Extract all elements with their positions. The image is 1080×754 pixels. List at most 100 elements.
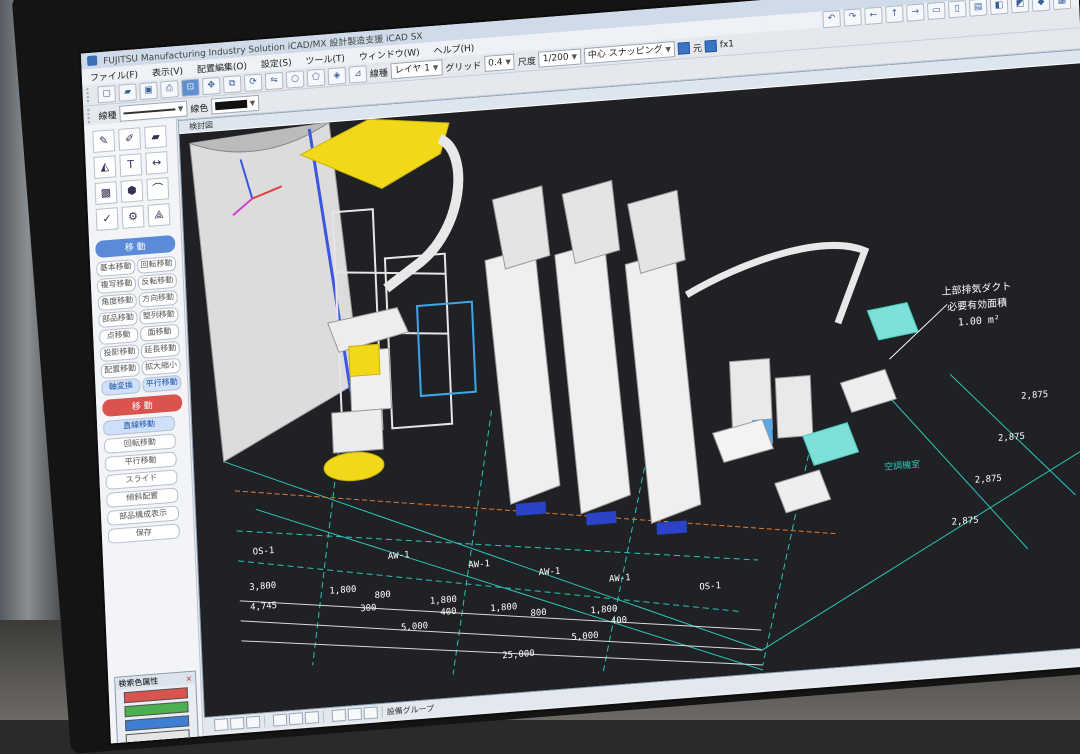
move-icon[interactable]: ✥ [201,76,221,95]
status-button[interactable] [347,707,363,721]
layer-select[interactable]: レイヤ 1 ▼ [390,59,443,80]
view-front-icon[interactable]: ▭ [926,1,946,20]
dim-label: 1,800 [430,595,457,607]
menu-tools[interactable]: ツール(T) [305,50,345,66]
view-top-icon[interactable]: ▤ [968,0,988,17]
menu-help[interactable]: ヘルプ(H) [433,40,474,56]
status-button[interactable] [304,711,320,725]
cmd-button[interactable]: 部品移動 [98,310,138,329]
status-button[interactable] [245,715,261,729]
cmd-button[interactable]: 点移動 [98,327,139,346]
cmd-button[interactable]: 平行移動 [104,451,177,473]
cmd-button[interactable]: 保存 [107,523,181,544]
grid-label: OS-1 [253,546,275,558]
select-icon[interactable]: ⊡ [181,77,200,97]
pad-white [774,469,832,514]
cmd-button[interactable]: スライド [105,469,178,491]
chevron-down-icon: ▼ [249,99,256,108]
cmd-button[interactable]: 投影移動 [99,344,140,363]
snap-select-value: 中心 スナッピング [587,44,663,61]
cmd-button[interactable]: 角度移動 [97,293,138,312]
analysis-icon[interactable]: ⟁ [147,203,171,227]
cmd-button[interactable]: 部品構成表示 [106,505,180,526]
undo-icon[interactable]: ↶ [822,9,841,28]
redo-icon[interactable]: ↷ [843,7,862,27]
cmd-button[interactable]: 回転移動 [103,433,177,455]
cmd-button[interactable]: 拡大縮小 [141,357,181,376]
option-checkbox-1[interactable] [677,41,691,55]
cmd-button[interactable]: 配置移動 [100,360,140,380]
status-button[interactable] [229,716,245,730]
cmd-button-selected[interactable]: 軸変換 [101,377,141,397]
mirror-icon[interactable]: ⇋ [264,71,284,90]
cmd-button-selected[interactable]: 直線移動 [102,415,176,437]
cad-viewport[interactable]: 上部排気ダクト 必要有効面積 1.00 m² 空調機室 OS-1 AW-1 AW… [179,63,1080,717]
measure-icon[interactable]: ⊿ [348,64,368,84]
tool-icon-grid: ✎ ✐ ▰ ◭ T ↔ ▩ ⬢ ⌒ ✓ ⚙ ⟁ [84,118,181,237]
cmd-button[interactable]: 傾斜配置 [106,487,179,509]
cmd-button[interactable]: 回転移動 [136,255,177,274]
cmd-button-selected[interactable]: 平行移動 [142,374,182,393]
cmd-button[interactable]: 反転移動 [137,272,178,291]
dim-line [240,620,763,651]
copy-icon[interactable]: ⧉ [222,74,242,94]
cmd-button[interactable]: 複写移動 [96,276,137,295]
pen-icon[interactable]: ✎ [92,129,116,153]
status-button[interactable] [288,712,304,726]
status-button[interactable] [213,718,229,732]
pipe-icon[interactable]: ⌒ [146,177,170,201]
layers-icon[interactable]: ▦ [1052,0,1072,10]
silo-base-1 [515,501,547,516]
check-icon[interactable]: ✓ [95,207,119,231]
scale-select[interactable]: 1/200 ▼ [538,48,582,68]
chevron-down-icon: ▼ [505,57,512,67]
view-iso-icon[interactable]: ◧ [989,0,1009,15]
arrow-up-icon[interactable]: ↑ [885,4,904,23]
cmd-button[interactable]: 面移動 [139,323,180,342]
swatch-blue[interactable] [124,715,190,732]
render-icon[interactable]: ◆ [1031,0,1051,12]
linetype-select[interactable]: ▼ [119,100,188,122]
status-button[interactable] [272,713,288,727]
menu-view[interactable]: 表示(V) [152,63,184,78]
swatch-green[interactable] [124,701,189,718]
silo-towers [484,179,702,535]
view-side-icon[interactable]: ▯ [947,0,967,18]
cmd-button[interactable]: 延長移動 [140,340,181,359]
assembly-icon[interactable]: ⚙ [121,205,145,229]
pentagon-icon[interactable]: ⬠ [306,68,326,87]
rotate-icon[interactable]: ⟳ [243,72,263,92]
print-icon[interactable]: ⎙ [160,79,179,98]
view-3d-icon[interactable]: ◩ [1010,0,1030,13]
arrow-left-icon[interactable]: ← [864,6,883,25]
folder-icon[interactable]: ▰ [144,125,167,149]
circle-icon[interactable]: ○ [285,69,305,89]
swatch-red[interactable] [123,687,189,704]
part-icon[interactable]: ⬢ [120,179,144,203]
grid-select[interactable]: 0.4 ▼ [483,53,516,73]
arrow-right-icon[interactable]: → [906,2,925,22]
dim-label: 4,745 [250,601,277,613]
forklift [323,408,385,482]
new-file-icon[interactable]: ▢ [97,84,116,103]
dimension-icon[interactable]: ↔ [145,151,169,175]
cmd-button[interactable]: 方向移動 [138,289,178,308]
linecolor-select[interactable]: ▼ [210,94,260,115]
shape-icon[interactable]: ◭ [93,155,117,179]
chevron-down-icon: ▼ [665,45,672,54]
save-icon[interactable]: ▣ [139,81,158,100]
forklift-body [331,408,384,454]
open-folder-icon[interactable]: ▰ [118,82,137,102]
status-button[interactable] [331,708,347,722]
status-button[interactable] [363,706,378,720]
palette-icon[interactable]: ▩ [94,181,118,205]
edit-icon[interactable]: ✐ [118,127,142,151]
text-icon[interactable]: T [119,153,143,177]
cmd-button[interactable]: 整列移動 [139,306,179,325]
close-icon[interactable]: × [185,673,192,683]
move-command-grid: 基本移動 回転移動 複写移動 反転移動 角度移動 方向移動 部品移動 整列移動 … [90,255,188,397]
tag-icon[interactable]: ◈ [327,66,347,85]
cmd-button[interactable]: 基本移動 [95,259,136,278]
menu-settings[interactable]: 設定(S) [261,55,292,70]
option-checkbox-2[interactable] [704,39,718,53]
